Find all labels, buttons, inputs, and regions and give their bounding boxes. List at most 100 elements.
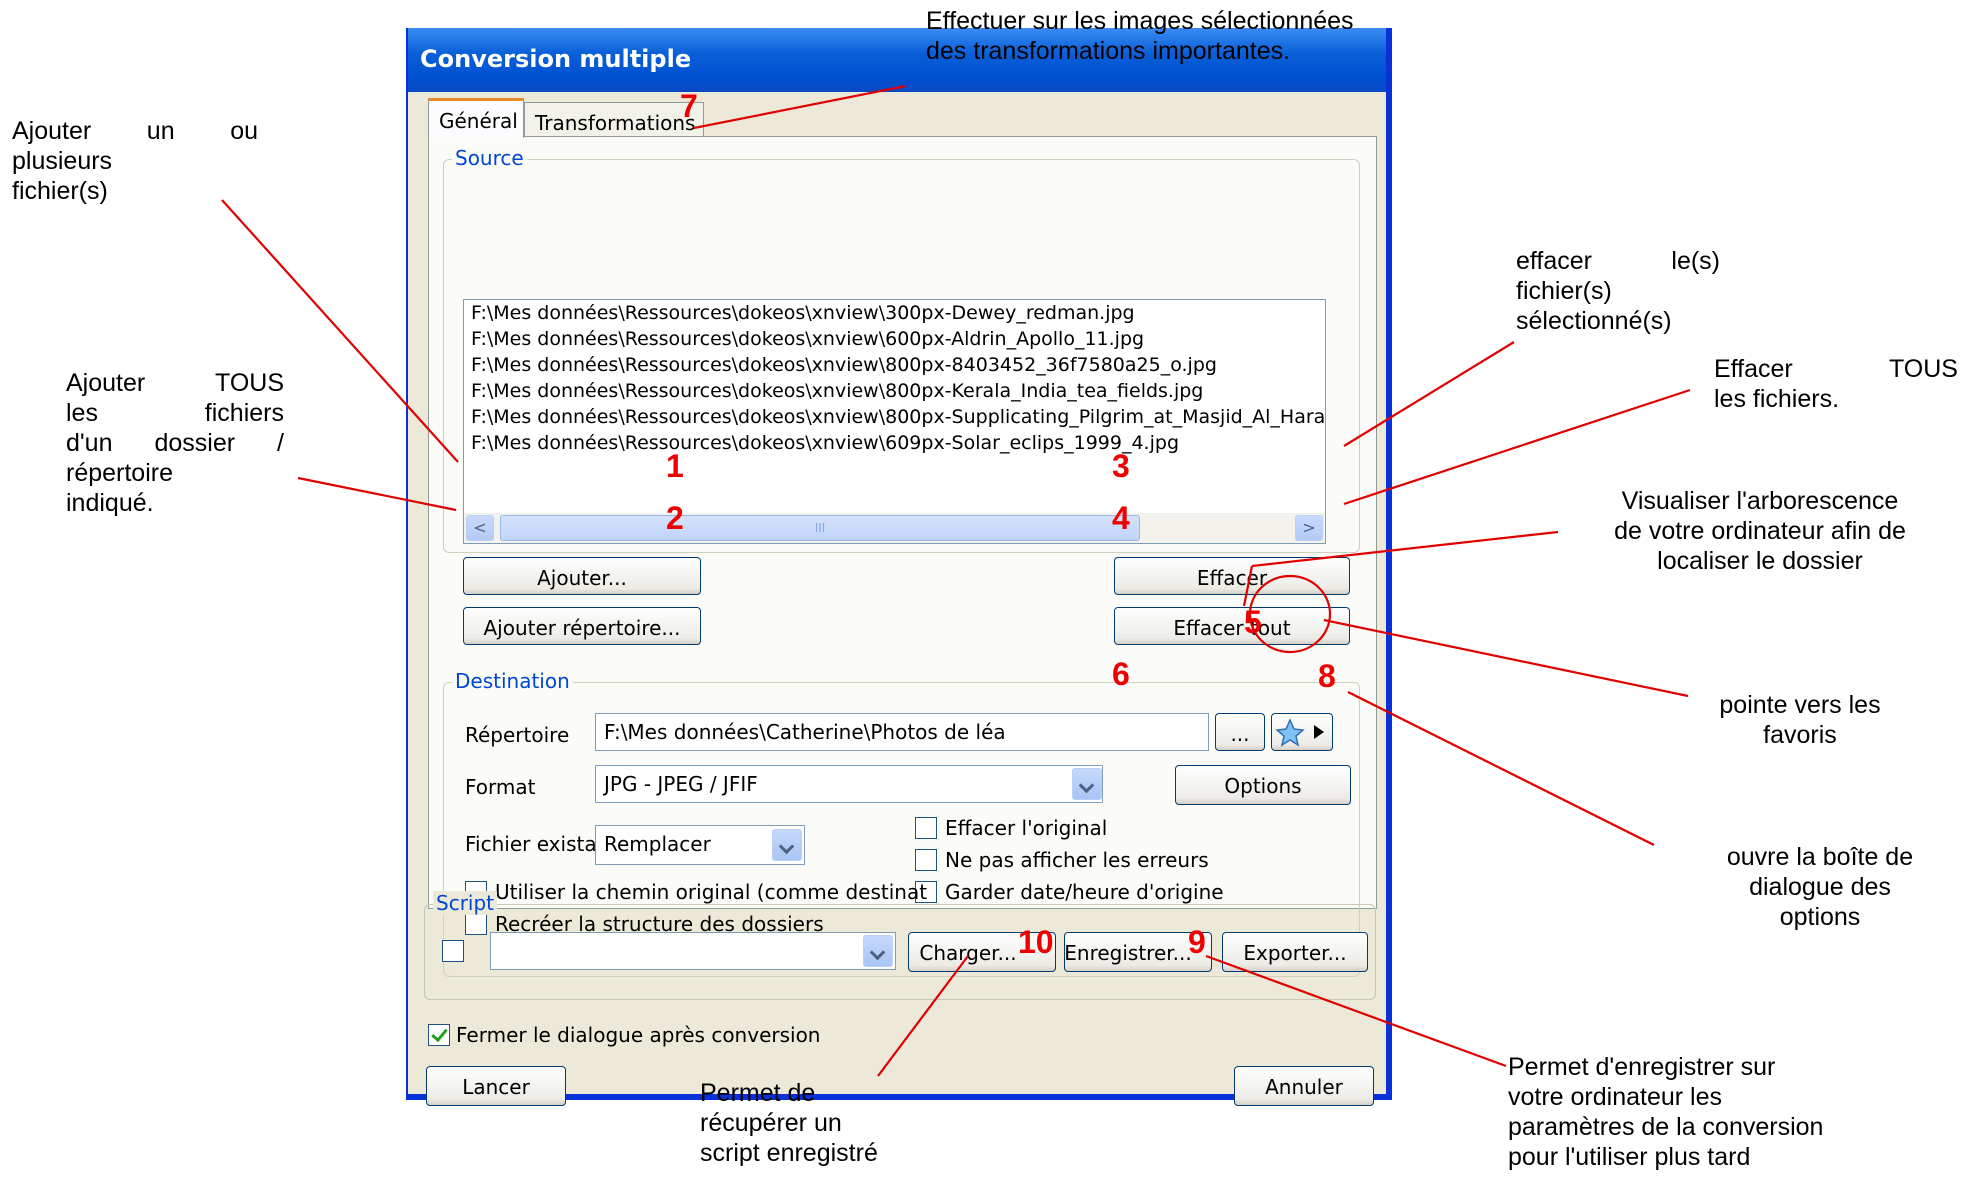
load-script-button-label: Charger... xyxy=(919,941,1017,965)
script-select[interactable] xyxy=(490,932,896,970)
format-dropdown-chevron-icon[interactable] xyxy=(1072,768,1102,800)
annotation-line: dialogue des xyxy=(1749,873,1891,901)
marker-10: 10 xyxy=(1018,924,1054,960)
script-enable-checkbox[interactable] xyxy=(442,940,464,962)
file-row[interactable]: F:\Mes données\Ressources\dokeos\xnview\… xyxy=(464,404,1325,430)
annotation-line: récupérer un xyxy=(700,1109,842,1137)
annotation-add-folder: Ajouter TOUS les fichiers d'un dossier /… xyxy=(66,368,284,518)
source-file-list[interactable]: F:\Mes données\Ressources\dokeos\xnview\… xyxy=(463,299,1326,544)
delete-all-button[interactable]: Effacer tout xyxy=(1114,607,1350,645)
annotation-line: Permet de xyxy=(700,1079,816,1107)
dialog-title: Conversion multiple xyxy=(420,45,692,73)
annotation-line: des transformations importantes. xyxy=(926,37,1291,65)
delete-original-label: Effacer l'original xyxy=(945,816,1108,840)
marker-7: 7 xyxy=(680,88,698,124)
annotation-line: Effectuer sur les images sélectionnées xyxy=(926,7,1354,35)
tab-transformations[interactable]: Transformations xyxy=(524,102,704,138)
annotation-line: sélectionné(s) xyxy=(1516,307,1672,335)
annotation-line: fichier(s) xyxy=(12,177,108,205)
annotation-line: plusieurs xyxy=(12,147,113,175)
annotation-line: effacer le(s) xyxy=(1516,247,1720,275)
cancel-button-label: Annuler xyxy=(1265,1075,1343,1099)
favorites-star-icon xyxy=(1275,718,1324,747)
marker-3: 3 xyxy=(1112,448,1130,484)
favorites-button[interactable] xyxy=(1271,713,1333,751)
export-script-button[interactable]: Exporter... xyxy=(1222,932,1368,972)
annotation-line: pour l'utiliser plus tard xyxy=(1508,1143,1751,1171)
existing-dropdown-chevron-icon[interactable] xyxy=(772,829,802,861)
annotation-load: Permet de récupérer un script enregistré xyxy=(700,1078,980,1168)
delete-button-label: Effacer xyxy=(1196,566,1268,590)
add-button-label: Ajouter... xyxy=(537,566,627,590)
options-button-label: Options xyxy=(1224,774,1302,798)
options-button[interactable]: Options xyxy=(1175,765,1351,805)
horizontal-scrollbar[interactable]: < III > xyxy=(464,513,1325,543)
use-original-path-label: Utiliser la chemin original (comme desti… xyxy=(495,880,928,904)
annotation-line: favoris xyxy=(1763,721,1837,749)
annotation-line: les fichiers. xyxy=(1714,385,1840,413)
cancel-button[interactable]: Annuler xyxy=(1234,1066,1374,1106)
annotation-line: fichier(s) xyxy=(1516,277,1612,305)
delete-original-checkbox[interactable] xyxy=(915,817,937,839)
format-label: Format xyxy=(465,775,536,799)
launch-button-label: Lancer xyxy=(462,1075,530,1099)
file-row[interactable]: F:\Mes données\Ressources\dokeos\xnview\… xyxy=(464,300,1325,326)
folder-input[interactable]: F:\Mes données\Catherine\Photos de léa xyxy=(595,713,1209,751)
tab-transformations-label: Transformations xyxy=(535,111,696,135)
annotation-line: options xyxy=(1779,903,1861,931)
marker-8: 8 xyxy=(1318,658,1336,694)
destination-group-label: Destination xyxy=(452,669,573,693)
annotation-line: Ajouter un ou xyxy=(12,117,258,145)
launch-button[interactable]: Lancer xyxy=(426,1066,566,1106)
marker-9: 9 xyxy=(1188,924,1206,960)
hide-errors-checkbox[interactable] xyxy=(915,849,937,871)
close-after-label: Fermer le dialogue après conversion xyxy=(456,1023,821,1047)
annotation-line: script enregistré xyxy=(700,1139,878,1167)
close-after-checkbox[interactable] xyxy=(428,1024,450,1046)
marker-4: 4 xyxy=(1112,500,1130,536)
source-group-label: Source xyxy=(452,146,527,170)
browse-button[interactable]: ... xyxy=(1215,713,1265,751)
annotation-line: votre ordinateur les xyxy=(1508,1083,1723,1111)
script-dropdown-chevron-icon[interactable] xyxy=(863,935,893,967)
annotation-line: répertoire xyxy=(66,459,173,487)
tab-panel-general: Source F:\Mes données\Ressources\dokeos\… xyxy=(428,136,1377,977)
format-select[interactable]: JPG - JPEG / JFIF xyxy=(595,765,1103,803)
annotation-line: paramètres de la conversion xyxy=(1508,1113,1824,1141)
annotation-browse-tree: Visualiser l'arborescence de votre ordin… xyxy=(1560,486,1960,576)
marker-1: 1 xyxy=(666,448,684,484)
annotation-line: indiqué. xyxy=(66,489,154,517)
file-row[interactable]: F:\Mes données\Ressources\dokeos\xnview\… xyxy=(464,378,1325,404)
add-folder-button-label: Ajouter répertoire... xyxy=(483,616,681,640)
annotation-line: Permet d'enregistrer sur xyxy=(1508,1053,1776,1081)
annotation-delete-selected: effacer le(s) fichier(s) sélectionné(s) xyxy=(1516,246,1720,336)
scroll-right-button[interactable]: > xyxy=(1295,515,1323,541)
script-group-label: Script xyxy=(433,891,498,915)
add-button[interactable]: Ajouter... xyxy=(463,557,701,595)
annotation-line: Visualiser l'arborescence xyxy=(1621,487,1899,515)
annotation-line: Effacer TOUS xyxy=(1714,355,1958,383)
save-script-button-label: Enregistrer... xyxy=(1064,941,1192,965)
annotation-line: de votre ordinateur afin de xyxy=(1614,517,1906,545)
browse-button-label: ... xyxy=(1230,722,1250,746)
annotation-favorites: pointe vers les favoris xyxy=(1680,690,1920,750)
scroll-thumb[interactable]: III xyxy=(500,515,1140,541)
file-row[interactable]: F:\Mes données\Ressources\dokeos\xnview\… xyxy=(464,352,1325,378)
annotation-line: ouvre la boîte de xyxy=(1726,843,1914,871)
annotation-line: localiser le dossier xyxy=(1657,547,1863,575)
tab-general-label: Général xyxy=(439,109,518,133)
scroll-left-button[interactable]: < xyxy=(466,515,494,541)
delete-all-button-label: Effacer tout xyxy=(1173,616,1291,640)
keep-date-label: Garder date/heure d'origine xyxy=(945,880,1224,904)
file-row[interactable]: F:\Mes données\Ressources\dokeos\xnview\… xyxy=(464,326,1325,352)
add-folder-button[interactable]: Ajouter répertoire... xyxy=(463,607,701,645)
annotation-delete-all: Effacer TOUS les fichiers. xyxy=(1714,354,1958,414)
marker-6: 6 xyxy=(1112,656,1130,692)
file-row[interactable]: F:\Mes données\Ressources\dokeos\xnview\… xyxy=(464,430,1325,456)
folder-label: Répertoire xyxy=(465,723,570,747)
annotation-options: ouvre la boîte de dialogue des options xyxy=(1680,842,1960,932)
hide-errors-label: Ne pas afficher les erreurs xyxy=(945,848,1209,872)
delete-button[interactable]: Effacer xyxy=(1114,557,1350,595)
tab-general[interactable]: Général xyxy=(428,98,524,138)
annotation-save: Permet d'enregistrer sur votre ordinateu… xyxy=(1508,1052,1823,1172)
